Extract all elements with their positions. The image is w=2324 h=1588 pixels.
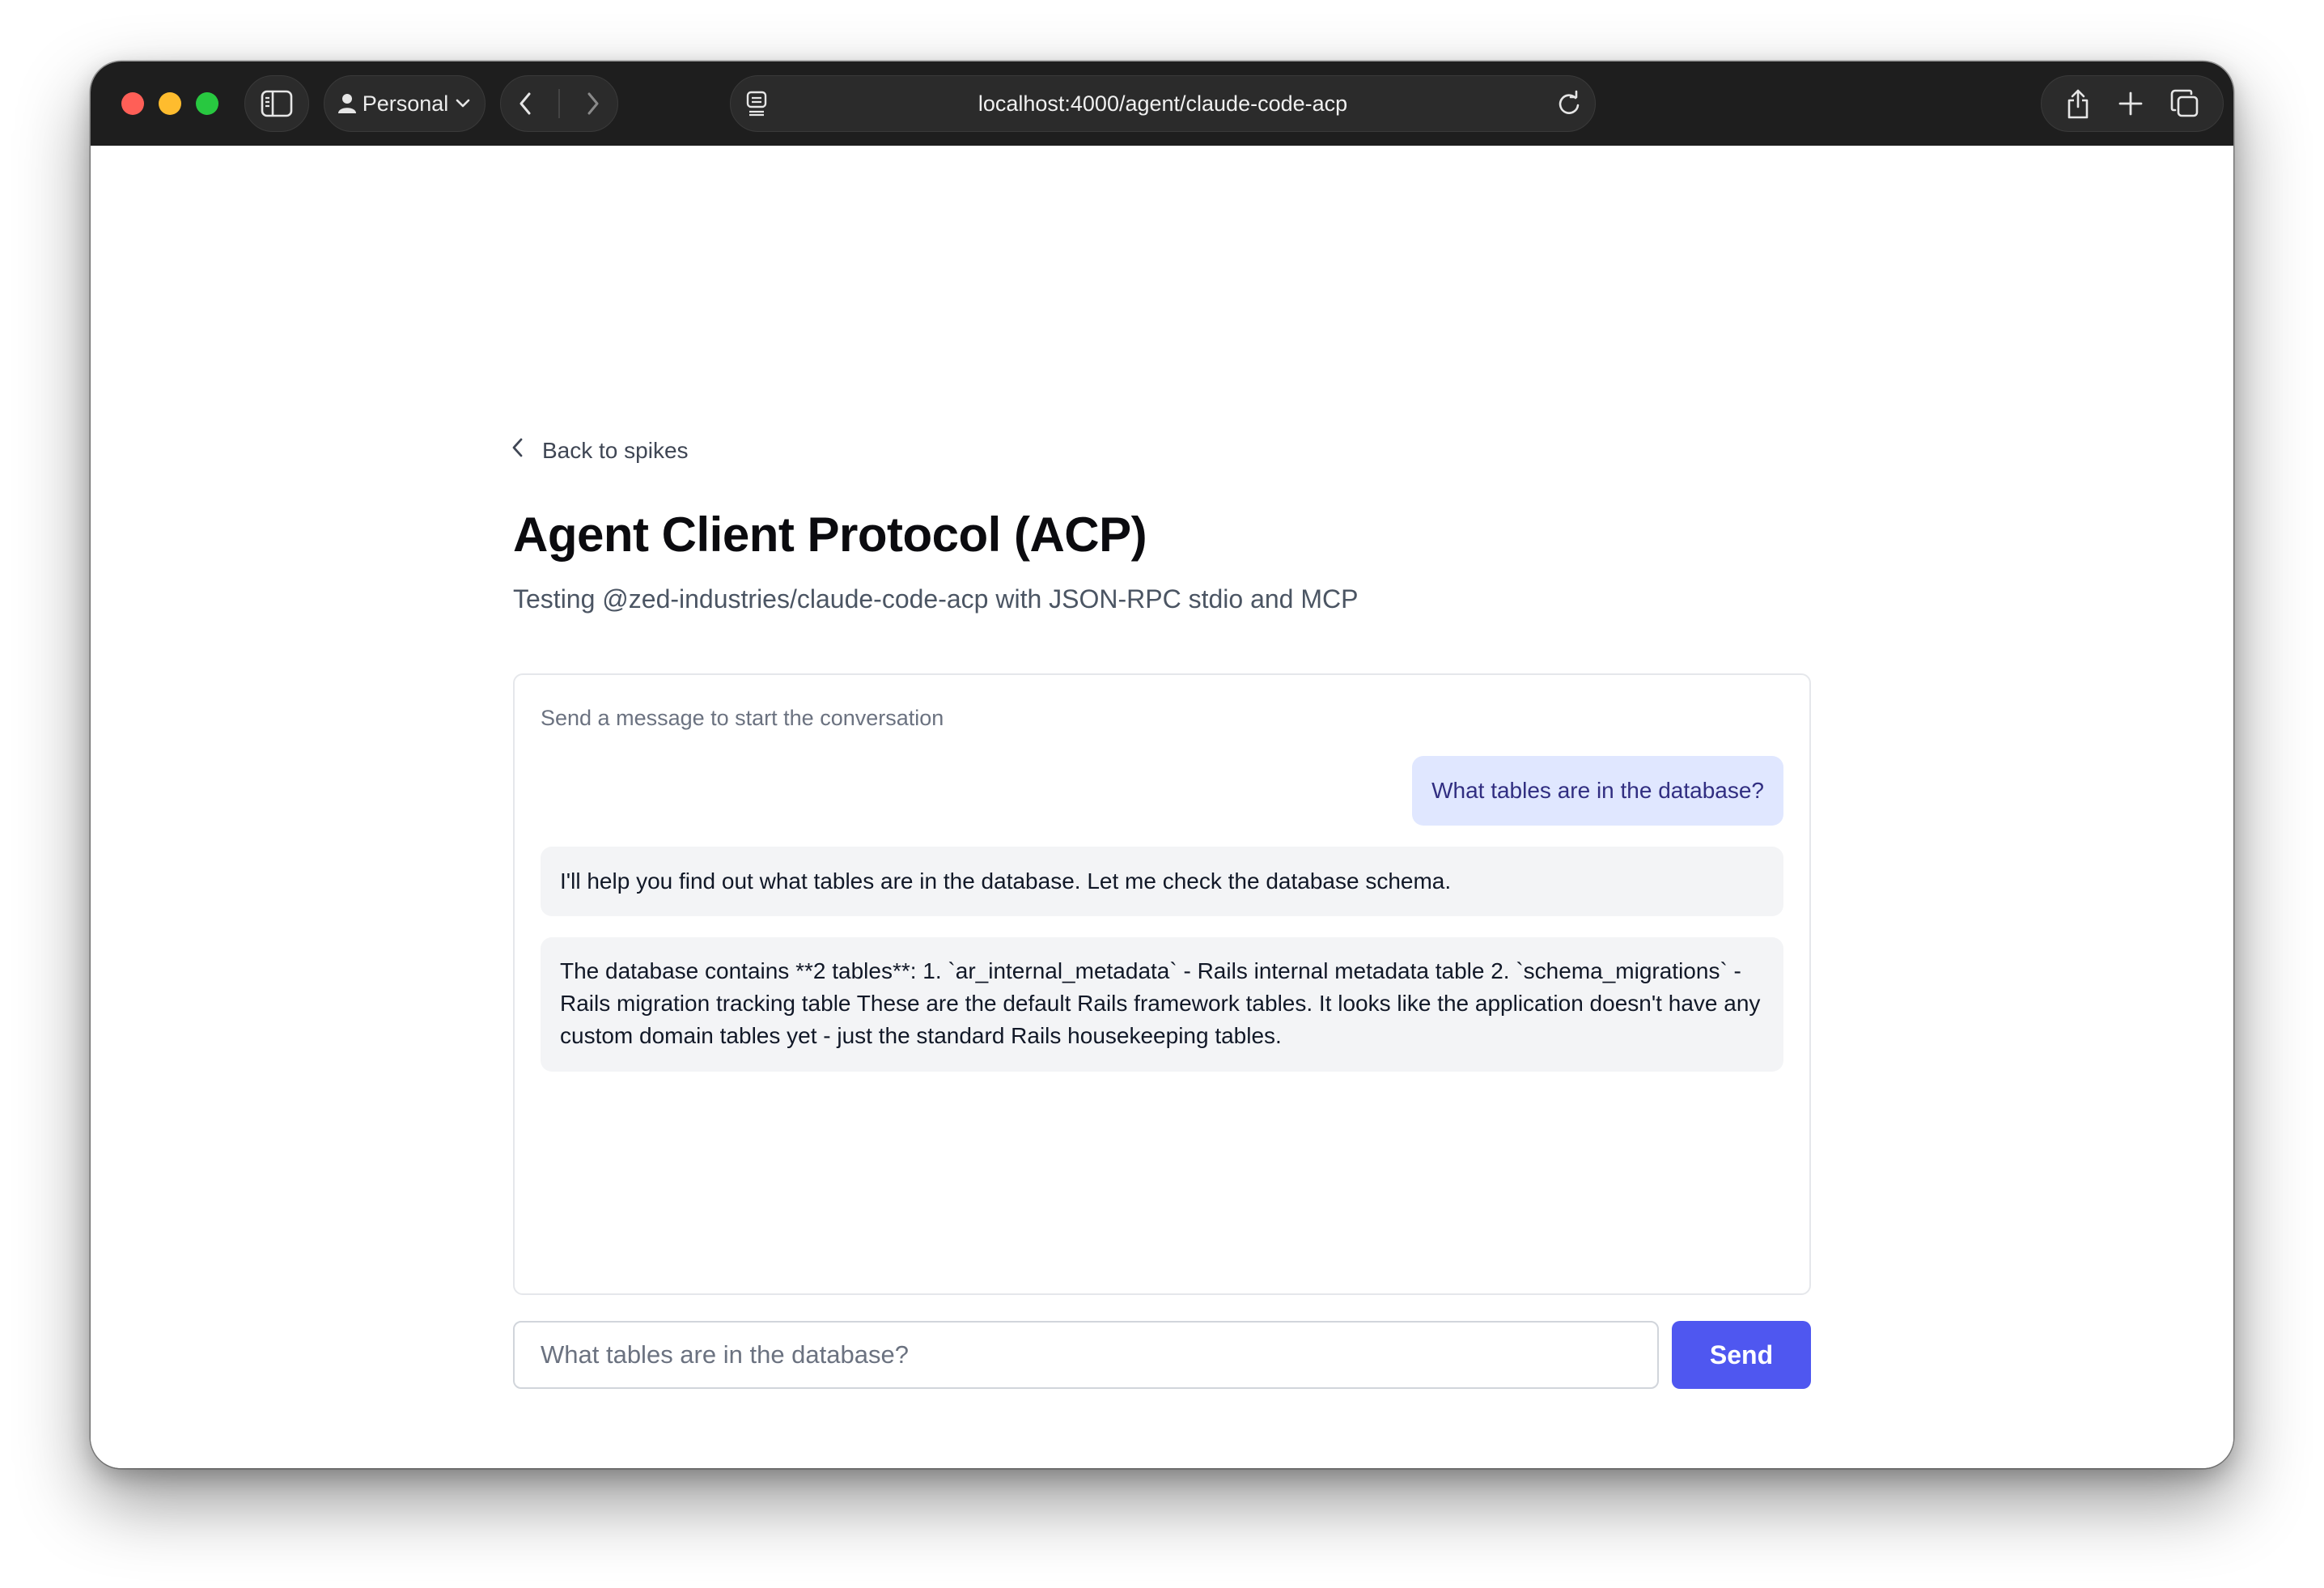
chevron-down-icon: [455, 98, 471, 109]
nav-divider: [558, 89, 560, 118]
address-bar[interactable]: localhost:4000/agent/claude-code-acp: [730, 75, 1596, 132]
conversation-panel[interactable]: Send a message to start the conversation…: [513, 673, 1811, 1295]
browser-window: Personal localhost:4000/agent/claude-cod…: [91, 62, 2233, 1468]
share-icon[interactable]: [2065, 87, 2091, 120]
minimize-window-button[interactable]: [159, 92, 181, 115]
toolbar-actions: [2041, 75, 2224, 132]
back-link-label: Back to spikes: [542, 437, 689, 463]
desktop-background: Personal localhost:4000/agent/claude-cod…: [0, 0, 2324, 1588]
zoom-window-button[interactable]: [196, 92, 218, 115]
chevron-left-icon: [511, 437, 524, 464]
person-icon: [337, 93, 356, 114]
profile-menu-button[interactable]: Personal: [324, 75, 486, 132]
agent-message: The database contains **2 tables**: 1. `…: [541, 937, 1783, 1072]
back-button[interactable]: [515, 90, 535, 117]
page-subtitle: Testing @zed-industries/claude-code-acp …: [513, 584, 1359, 614]
sidebar-toggle-button[interactable]: [244, 75, 309, 132]
back-to-spikes-link[interactable]: Back to spikes: [511, 437, 689, 464]
forward-button[interactable]: [583, 90, 603, 117]
message-composer: Send: [513, 1321, 1811, 1389]
page-content: Back to spikes Agent Client Protocol (AC…: [91, 146, 2233, 1468]
reader-mode-icon[interactable]: [745, 90, 770, 117]
agent-message: I'll help you find out what tables are i…: [541, 847, 1783, 916]
browser-toolbar: Personal localhost:4000/agent/claude-cod…: [91, 62, 2233, 146]
message-input[interactable]: [513, 1321, 1659, 1389]
tab-overview-icon[interactable]: [2170, 89, 2199, 118]
send-button[interactable]: Send: [1672, 1321, 1811, 1389]
page-title: Agent Client Protocol (ACP): [513, 507, 1147, 562]
empty-conversation-hint: Send a message to start the conversation: [541, 706, 944, 730]
profile-label: Personal: [362, 91, 449, 116]
plus-icon[interactable]: [2118, 91, 2144, 117]
reload-icon[interactable]: [1556, 90, 1582, 117]
close-window-button[interactable]: [121, 92, 144, 115]
sidebar-toggle-icon: [261, 90, 293, 117]
url-text: localhost:4000/agent/claude-code-acp: [978, 91, 1348, 116]
user-message: What tables are in the database?: [1412, 756, 1783, 826]
navigation-buttons: [500, 75, 618, 132]
